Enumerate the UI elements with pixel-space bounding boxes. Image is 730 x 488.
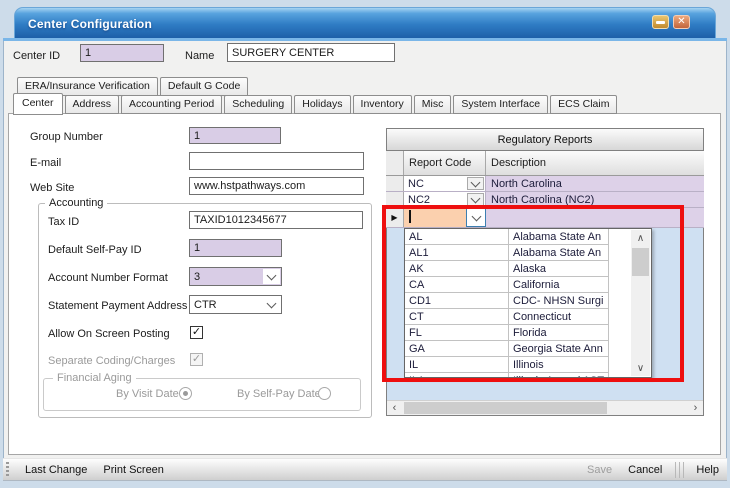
- chevron-down-icon: [471, 211, 481, 221]
- grid-row-nc2[interactable]: NC2 North Carolina (NC2): [386, 192, 704, 208]
- by-visit-date-label: By Visit Date: [116, 388, 179, 400]
- dropdown-item-cd1[interactable]: CD1 CDC- NHSN Surgi: [405, 293, 651, 309]
- check-icon: ✓: [192, 354, 201, 365]
- tax-id-label: Tax ID: [48, 216, 79, 228]
- center-configuration-dialog: Center Configuration ✕ Center ID 1 Name …: [0, 0, 730, 488]
- tab-system-interface[interactable]: System Interface: [453, 95, 548, 114]
- tab-center[interactable]: Center: [13, 93, 63, 115]
- bottom-toolbar: Last Change Print Screen Save Cancel Hel…: [3, 458, 727, 481]
- statement-payment-address-label: Statement Payment Address: [48, 300, 187, 312]
- dropdown-item-il1[interactable]: IL1 Illinois Annual AST: [405, 373, 651, 378]
- scroll-up-icon[interactable]: ∧: [631, 230, 650, 246]
- account-number-format-combobox[interactable]: 3: [189, 267, 282, 286]
- accounting-group-title: Accounting: [45, 197, 107, 209]
- window-title: Center Configuration: [28, 17, 152, 31]
- dropdown-item-il[interactable]: IL Illinois: [405, 357, 651, 373]
- window-titlebar[interactable]: Center Configuration ✕: [14, 7, 716, 38]
- financial-aging-group-title: Financial Aging: [53, 372, 136, 384]
- dropdown-item-fl[interactable]: FL Florida: [405, 325, 651, 341]
- close-button[interactable]: ✕: [673, 15, 690, 29]
- titlebar-accent-strip: [3, 38, 727, 41]
- email-label: E-mail: [30, 157, 61, 169]
- current-row-arrow-icon: ▶: [391, 213, 397, 222]
- tab-address[interactable]: Address: [65, 95, 120, 114]
- grid-horizontal-scrollbar[interactable]: ‹ ›: [387, 400, 703, 415]
- chevron-down-icon: [267, 270, 277, 280]
- account-number-format-label: Account Number Format: [48, 272, 168, 284]
- chevron-down-icon: [471, 193, 481, 203]
- name-field[interactable]: SURGERY CENTER: [227, 43, 395, 62]
- by-self-pay-date-label: By Self-Pay Date: [237, 388, 321, 400]
- tab-holidays[interactable]: Holidays: [294, 95, 350, 114]
- cancel-button[interactable]: Cancel: [620, 464, 670, 476]
- tab-default-g-code[interactable]: Default G Code: [160, 77, 248, 96]
- description-column-header[interactable]: Description: [486, 151, 704, 175]
- report-code-dropdown-button[interactable]: [467, 177, 484, 190]
- email-field[interactable]: [189, 152, 364, 170]
- tab-ecs-claim[interactable]: ECS Claim: [550, 95, 617, 114]
- center-id-label: Center ID: [13, 50, 60, 62]
- toolbar-separator: [672, 462, 686, 478]
- row-selector-header: [386, 151, 404, 175]
- grid-row-nc[interactable]: NC North Carolina: [386, 176, 704, 192]
- report-code-open-dropdown-button[interactable]: [466, 208, 486, 227]
- web-site-field[interactable]: www.hstpathways.com: [189, 177, 364, 195]
- web-site-label: Web Site: [30, 182, 74, 194]
- close-icon: ✕: [677, 17, 685, 27]
- dropdown-item-ak[interactable]: AK Alaska: [405, 261, 651, 277]
- dropdown-item-ct[interactable]: CT Connecticut: [405, 309, 651, 325]
- horizontal-scroll-thumb[interactable]: [404, 402, 607, 414]
- grid-edit-row[interactable]: ▶: [386, 208, 704, 228]
- default-self-pay-id-field[interactable]: 1: [189, 239, 282, 257]
- dropdown-item-ga[interactable]: GA Georgia State Ann: [405, 341, 651, 357]
- allow-on-screen-posting-checkbox[interactable]: ✓: [190, 326, 203, 339]
- tax-id-field[interactable]: TAXID1012345677: [189, 211, 363, 229]
- name-label: Name: [185, 50, 214, 62]
- tab-misc[interactable]: Misc: [414, 95, 452, 114]
- dropdown-item-ca[interactable]: CA California: [405, 277, 651, 293]
- check-icon: ✓: [192, 327, 201, 338]
- separate-coding-charges-label: Separate Coding/Charges: [48, 355, 175, 367]
- group-number-label: Group Number: [30, 131, 103, 143]
- last-change-button[interactable]: Last Change: [17, 464, 95, 476]
- default-self-pay-id-label: Default Self-Pay ID: [48, 244, 142, 256]
- scroll-right-icon[interactable]: ›: [688, 401, 703, 415]
- chevron-down-icon: [267, 298, 277, 308]
- center-id-field[interactable]: 1: [80, 44, 164, 62]
- minimize-icon: [656, 21, 665, 24]
- toolbar-grip: [6, 462, 9, 478]
- help-button[interactable]: Help: [688, 464, 727, 476]
- report-code-column-header[interactable]: Report Code: [404, 151, 486, 175]
- report-code-edit-cell[interactable]: [404, 208, 466, 227]
- tab-scheduling[interactable]: Scheduling: [224, 95, 292, 114]
- vertical-scroll-thumb[interactable]: [632, 248, 649, 276]
- tab-strip-row2: Center Address Accounting Period Schedul…: [13, 95, 619, 114]
- dropdown-item-al1[interactable]: AL1 Alabama State An: [405, 245, 651, 261]
- minimize-button[interactable]: [652, 15, 669, 29]
- group-number-field[interactable]: 1: [189, 127, 281, 144]
- report-code-dropdown-button[interactable]: [467, 193, 484, 206]
- grid-header-row: Report Code Description: [386, 151, 704, 176]
- scroll-down-icon[interactable]: ∨: [631, 360, 650, 376]
- dropdown-item-al[interactable]: AL Alabama State An: [405, 229, 651, 245]
- dropdown-vertical-scrollbar[interactable]: ∧ ∨: [631, 230, 650, 376]
- tab-inventory[interactable]: Inventory: [353, 95, 412, 114]
- by-visit-date-radio[interactable]: [179, 387, 192, 400]
- report-code-dropdown-list: AL Alabama State An AL1 Alabama State An…: [404, 228, 652, 378]
- scroll-left-icon[interactable]: ‹: [387, 401, 402, 415]
- text-caret: [409, 210, 411, 223]
- tab-accounting-period[interactable]: Accounting Period: [121, 95, 222, 114]
- chevron-down-icon: [471, 177, 481, 187]
- statement-payment-address-combobox[interactable]: CTR: [189, 295, 282, 314]
- regulatory-reports-caption: Regulatory Reports: [386, 128, 704, 151]
- allow-on-screen-posting-label: Allow On Screen Posting: [48, 328, 170, 340]
- print-screen-button[interactable]: Print Screen: [95, 464, 172, 476]
- by-self-pay-date-radio[interactable]: [318, 387, 331, 400]
- save-button[interactable]: Save: [579, 464, 620, 476]
- separate-coding-charges-checkbox: ✓: [190, 353, 203, 366]
